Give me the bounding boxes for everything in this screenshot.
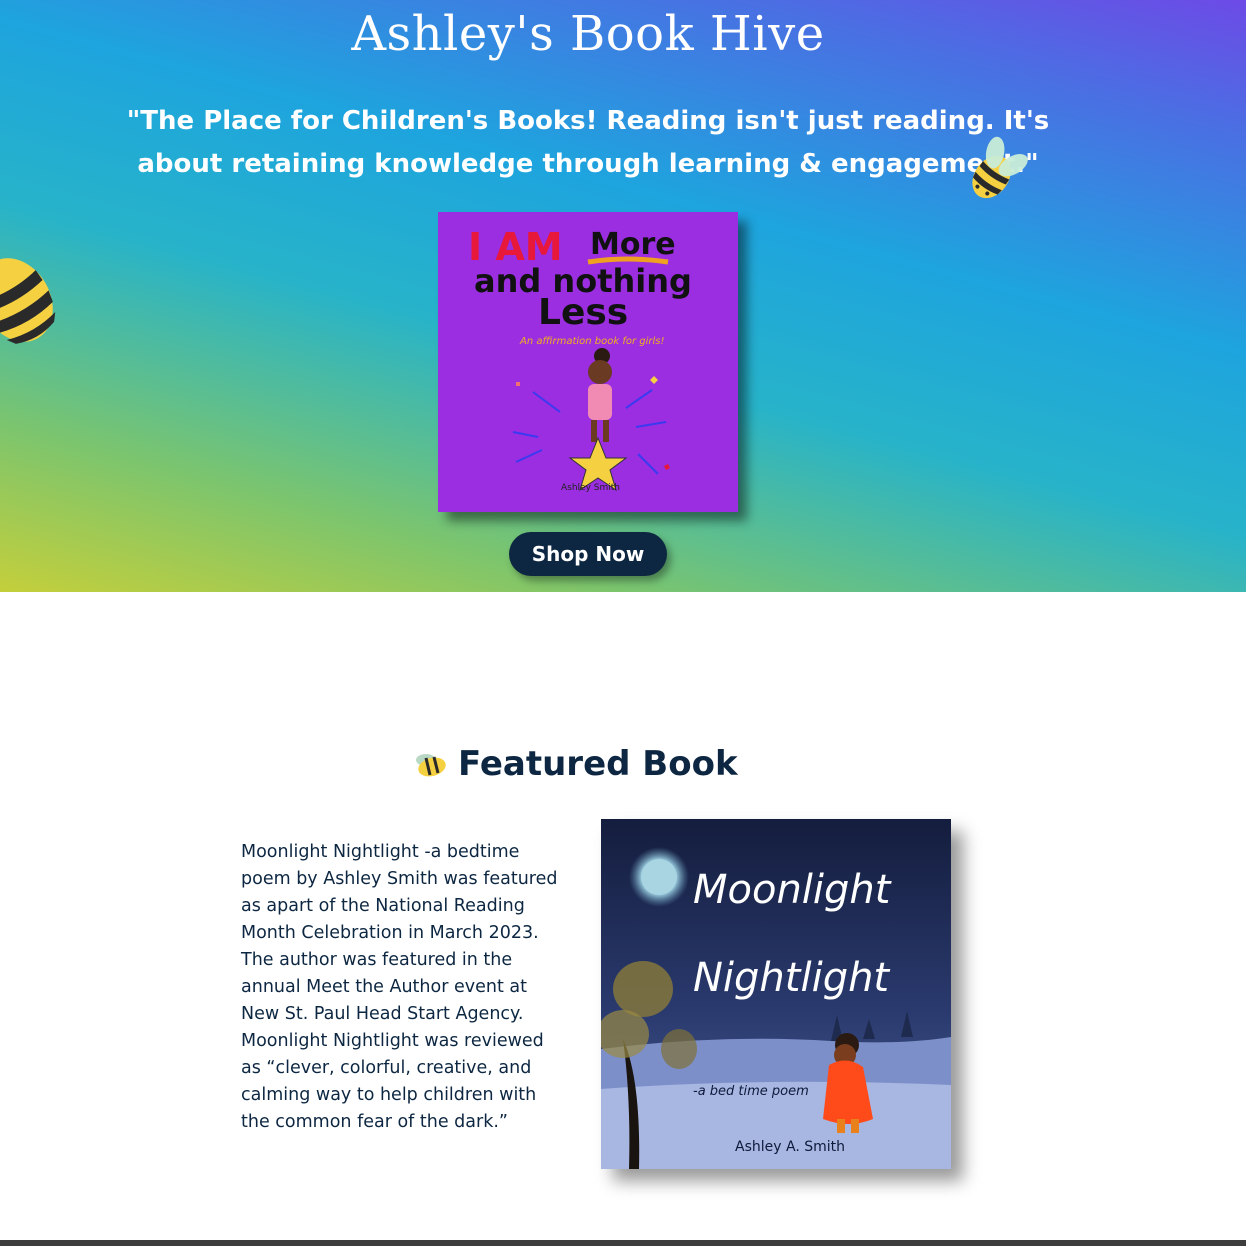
shop-now-button[interactable]: Shop Now (509, 532, 667, 576)
cover-text-less: Less (538, 292, 628, 333)
featured-description: Moonlight Nightlight -a bedtime poem by … (241, 842, 558, 1132)
featured-cover-title-2: Nightlight (693, 955, 890, 1001)
featured-cover-title-1: Moonlight (693, 867, 892, 913)
hero-section: Ashley's Book Hive "The Place for Childr… (0, 0, 1246, 592)
site-title: Ashley's Book Hive (351, 6, 825, 62)
tagline: "The Place for Children's Books! Reading… (126, 106, 1050, 179)
bee-icon (972, 136, 1028, 199)
bee-icon (0, 258, 56, 344)
cover-author: Ashley Smith (561, 483, 620, 493)
featured-cover-author: Ashley A. Smith (735, 1139, 845, 1155)
featured-heading-title: Featured Book (458, 744, 738, 784)
featured-cover-subtitle: -a bed time poem (693, 1084, 809, 1099)
featured-book-cover[interactable]: Moonlight Nightlight -a bed time poem As… (601, 819, 951, 1169)
featured-cover-art: Moonlight Nightlight -a bed time poem As… (601, 819, 951, 1169)
book-cover-art: I AM More and nothing Less An affirmatio… (438, 212, 738, 512)
hero-book-cover[interactable]: I AM More and nothing Less An affirmatio… (438, 212, 738, 512)
featured-heading: Featured Book (412, 740, 738, 788)
bee-icon (416, 754, 446, 777)
footer-bar (0, 1240, 1246, 1246)
cover-subtitle: An affirmation book for girls! (519, 336, 665, 347)
